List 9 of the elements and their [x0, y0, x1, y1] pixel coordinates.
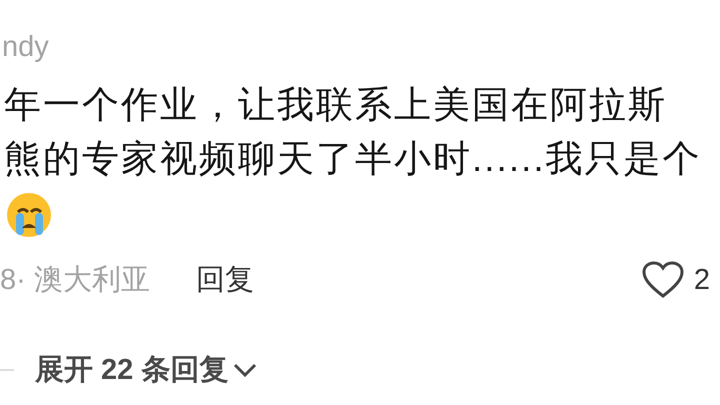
crying-face-icon: [6, 192, 52, 238]
comment-text: 年一个作业，让我联系上美国在阿拉斯: [4, 83, 668, 127]
like-count: 2: [694, 264, 710, 296]
heart-icon[interactable]: [642, 261, 684, 299]
comment-meta: 8· 澳大利亚: [0, 263, 150, 298]
expand-replies-button[interactable]: 展开 22 条回复: [35, 350, 258, 390]
reply-button[interactable]: 回复: [196, 260, 254, 300]
comment-text: 熊的专家视频聊天了半小时......我只是个: [4, 137, 703, 181]
chevron-down-icon: [232, 362, 258, 378]
